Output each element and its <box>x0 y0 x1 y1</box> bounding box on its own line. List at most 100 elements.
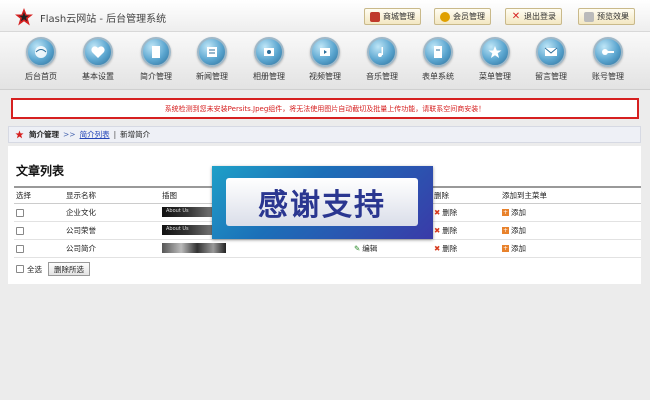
nav-label: 新闻管理 <box>196 72 228 81</box>
top-bar: Flash云网站 - 后台管理系统 商城管理 会员管理 ✕ 退出登录 预览效果 <box>0 0 650 32</box>
breadcrumb-link-intro-list[interactable]: 简介列表 <box>80 129 110 140</box>
row-checkbox[interactable] <box>16 208 24 217</box>
add-icon: + <box>502 227 509 234</box>
breadcrumb: 简介管理 >> 简介列表 | 新增简介 <box>8 126 641 143</box>
select-all-checkbox[interactable] <box>16 265 24 273</box>
breadcrumb-section: 简介管理 <box>29 130 59 139</box>
row-edit-label: 编辑 <box>362 243 378 253</box>
breadcrumb-divider: | <box>113 130 117 139</box>
preview-icon <box>584 11 594 22</box>
row-add[interactable]: + 添加 <box>500 221 641 240</box>
col-select: 选择 <box>14 186 64 204</box>
row-name: 公司荣誉 <box>64 221 160 240</box>
form-icon <box>423 37 453 67</box>
edit-icon: ✎ <box>354 243 361 253</box>
key-icon <box>593 37 623 67</box>
delete-icon: ✖ <box>434 243 441 253</box>
nav-label: 基本设置 <box>82 72 114 81</box>
nav-label: 留言管理 <box>535 72 567 81</box>
nav-item-album-manage[interactable]: 相册管理 <box>243 37 295 87</box>
app-title: Flash云网站 - 后台管理系统 <box>40 14 167 25</box>
thanks-text: 感谢支持 <box>258 188 386 223</box>
nav-item-news-manage[interactable]: 新闻管理 <box>186 37 238 87</box>
member-manage-button[interactable]: 会员管理 <box>434 8 491 25</box>
album-icon <box>254 37 284 67</box>
delete-icon: ✖ <box>434 207 441 217</box>
news-icon <box>197 37 227 67</box>
row-thumbnail <box>162 243 226 253</box>
row-delete-label: 删除 <box>442 207 458 217</box>
nav-item-message-manage[interactable]: 留言管理 <box>525 37 577 87</box>
add-icon: + <box>502 245 509 252</box>
preview-button[interactable]: 预览效果 <box>578 8 635 25</box>
video-icon <box>310 37 340 67</box>
thumb-text: About Us <box>166 226 189 232</box>
doc-icon <box>141 37 171 67</box>
delete-icon: ✖ <box>434 225 441 235</box>
nav-label: 简介管理 <box>140 72 172 81</box>
breadcrumb-separator-icon: >> <box>63 130 76 139</box>
nav-item-home[interactable]: 后台首页 <box>15 37 67 87</box>
row-add-label: 添加 <box>511 243 526 253</box>
table-row: 公司简介 ✎ 编辑 ✖ 删除 + 添加 <box>14 239 641 258</box>
nav-item-video-manage[interactable]: 视频管理 <box>299 37 351 87</box>
close-icon: ✕ <box>511 10 521 22</box>
row-delete-label: 删除 <box>442 225 458 235</box>
nav-label: 表单系统 <box>422 72 454 81</box>
member-manage-label: 会员管理 <box>453 12 485 21</box>
row-delete-label: 删除 <box>442 243 458 253</box>
nav-label: 音乐管理 <box>366 72 398 81</box>
nav-label: 后台首页 <box>25 72 57 81</box>
main-nav: 后台首页 基本设置 简介管理 新闻管理 相册管理 视频管理 音乐管理 表单系统 … <box>0 32 650 90</box>
delete-selected-button[interactable]: 删除所选 <box>48 262 90 276</box>
thumb-text: About Us <box>166 208 189 214</box>
preview-label: 预览效果 <box>597 12 629 21</box>
select-all-area: 全选 删除所选 <box>16 262 90 276</box>
row-name: 企业文化 <box>64 203 160 222</box>
add-icon: + <box>502 209 509 216</box>
nav-item-form-system[interactable]: 表单系统 <box>412 37 464 87</box>
thanks-overlay: 感谢支持 <box>212 166 433 239</box>
nav-item-basic-settings[interactable]: 基本设置 <box>72 37 124 87</box>
row-checkbox[interactable] <box>16 244 24 253</box>
mail-icon <box>536 37 566 67</box>
heart-icon <box>83 37 113 67</box>
nav-label: 菜单管理 <box>479 72 511 81</box>
nav-label: 视频管理 <box>309 72 341 81</box>
row-delete[interactable]: ✖ 删除 <box>432 239 500 258</box>
row-add[interactable]: + 添加 <box>500 239 641 258</box>
star-icon <box>480 37 510 67</box>
music-icon <box>367 37 397 67</box>
nav-item-account-manage[interactable]: 账号管理 <box>582 37 634 87</box>
row-edit[interactable]: ✎ 编辑 <box>352 239 432 258</box>
select-all-label: 全选 <box>27 264 42 274</box>
row-name: 公司简介 <box>64 239 160 258</box>
logout-label: 退出登录 <box>524 12 556 21</box>
col-delete: 删除 <box>432 186 500 204</box>
col-add-to-menu: 添加到主菜单 <box>500 186 641 204</box>
nav-item-music-manage[interactable]: 音乐管理 <box>356 37 408 87</box>
nav-item-menu-manage[interactable]: 菜单管理 <box>469 37 521 87</box>
logout-button[interactable]: ✕ 退出登录 <box>505 8 562 25</box>
row-add-label: 添加 <box>511 225 526 235</box>
plugin-warning: 系统检测到您未安装Persits.Jpeg组件，将无法使用图片自动截切及批量上传… <box>11 98 639 119</box>
page-title: 文章列表 <box>16 164 65 178</box>
nav-label: 相册管理 <box>253 72 285 81</box>
shop-icon <box>370 11 380 22</box>
shop-manage-button[interactable]: 商城管理 <box>364 8 421 25</box>
breadcrumb-star-icon <box>15 130 24 139</box>
breadcrumb-add-intro[interactable]: 新增简介 <box>120 129 150 140</box>
thanks-overlay-inner: 感谢支持 <box>226 178 418 226</box>
col-display-name: 显示名称 <box>64 186 160 204</box>
nav-label: 账号管理 <box>592 72 624 81</box>
row-add-label: 添加 <box>511 207 526 217</box>
row-checkbox[interactable] <box>16 226 24 235</box>
row-add[interactable]: + 添加 <box>500 203 641 222</box>
member-icon <box>440 11 450 22</box>
row-delete[interactable]: ✖ 删除 <box>432 221 500 240</box>
shop-manage-label: 商城管理 <box>383 12 415 21</box>
nav-item-intro-manage[interactable]: 简介管理 <box>130 37 182 87</box>
row-delete[interactable]: ✖ 删除 <box>432 203 500 222</box>
home-icon <box>26 37 56 67</box>
logo-star-icon <box>15 8 33 26</box>
